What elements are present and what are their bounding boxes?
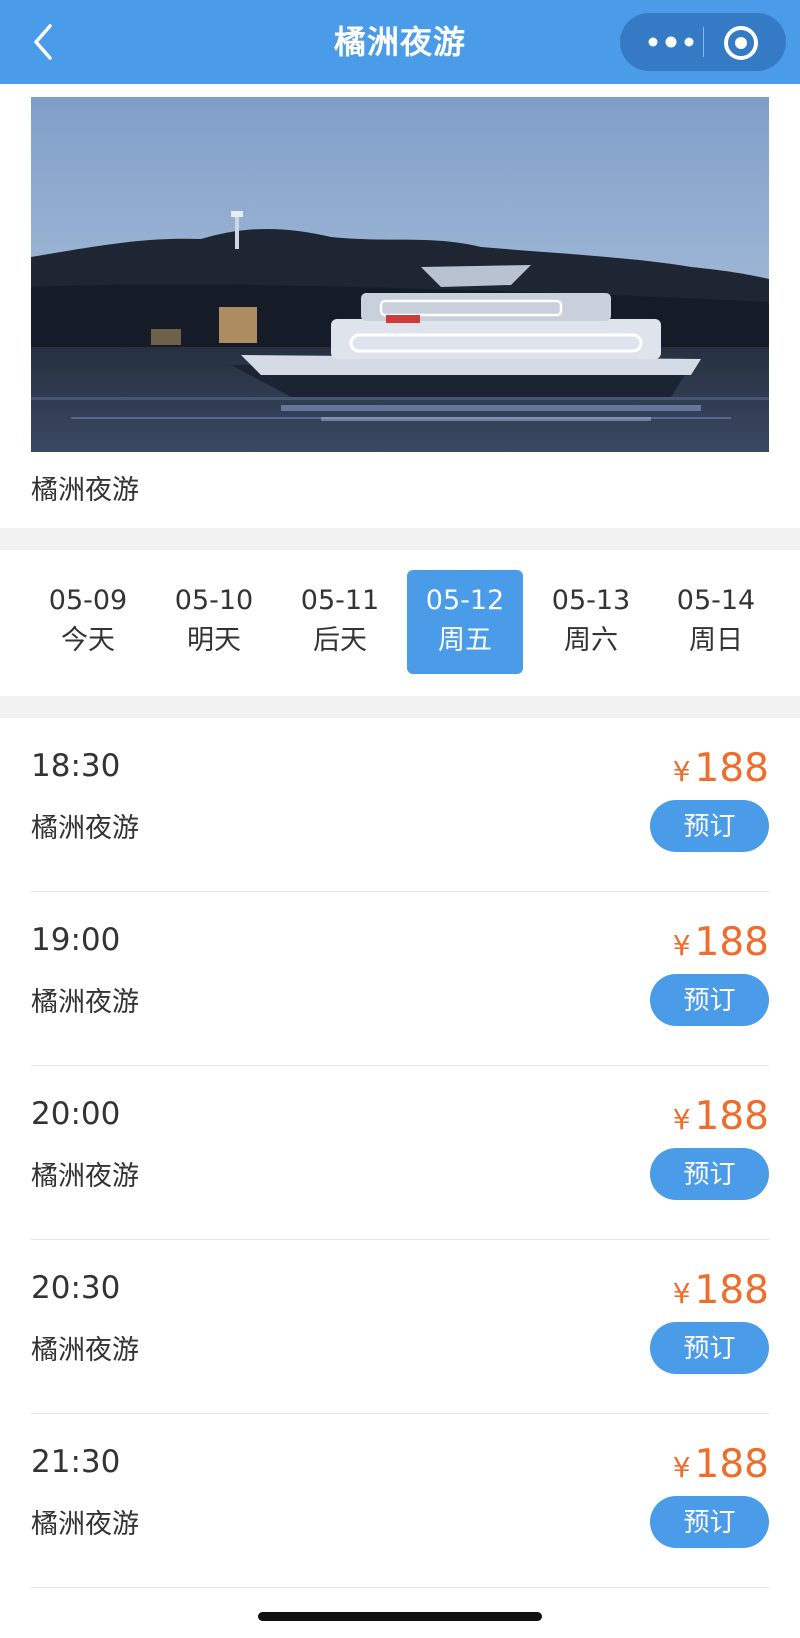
date-tab-label: 今天 xyxy=(61,625,115,656)
price-amount: 188 xyxy=(694,920,769,965)
price-amount: 188 xyxy=(694,746,769,791)
session-row: 20:00 橘洲夜游 ¥188 预订 xyxy=(31,1066,769,1240)
session-time: 19:00 xyxy=(31,922,121,958)
section-divider xyxy=(0,528,800,550)
session-time: 20:00 xyxy=(31,1096,121,1132)
session-price: ¥188 xyxy=(673,1268,769,1313)
session-price: ¥188 xyxy=(673,746,769,791)
date-tab-date: 05-11 xyxy=(300,585,380,616)
session-price: ¥188 xyxy=(673,1442,769,1487)
session-time: 20:30 xyxy=(31,1270,121,1306)
session-row: 18:30 橘洲夜游 ¥188 预订 xyxy=(31,718,769,892)
price-amount: 188 xyxy=(694,1268,769,1313)
date-tab-label: 周六 xyxy=(564,625,618,656)
price-amount: 188 xyxy=(694,1442,769,1487)
navigation-bar: 橘洲夜游 xyxy=(0,0,800,84)
session-time: 21:30 xyxy=(31,1444,121,1480)
session-row: 20:30 橘洲夜游 ¥188 预订 xyxy=(31,1240,769,1414)
date-tab-date: 05-13 xyxy=(551,585,631,616)
book-button[interactable]: 预订 xyxy=(650,1496,769,1548)
date-tab[interactable]: 05-14 周日 xyxy=(658,570,774,674)
session-name: 橘洲夜游 xyxy=(31,1509,139,1540)
date-tab-label: 后天 xyxy=(313,625,367,656)
session-name: 橘洲夜游 xyxy=(31,1335,139,1366)
date-tab[interactable]: 05-11 后天 xyxy=(282,570,398,674)
date-selector: 05-09 今天 05-10 明天 05-11 后天 05-12 周五 05-1… xyxy=(0,550,800,696)
currency-symbol: ¥ xyxy=(672,1451,691,1484)
session-name: 橘洲夜游 xyxy=(31,813,139,844)
target-circle-icon xyxy=(724,26,758,60)
night-cruise-photo xyxy=(31,97,769,452)
date-tab-label: 明天 xyxy=(187,625,241,656)
date-tab-label: 周五 xyxy=(438,625,492,656)
more-button[interactable] xyxy=(644,13,698,71)
close-program-button[interactable] xyxy=(720,22,762,64)
date-tab-selected[interactable]: 05-12 周五 xyxy=(407,570,523,674)
session-row: 19:00 橘洲夜游 ¥188 预订 xyxy=(31,892,769,1066)
home-indicator xyxy=(258,1612,542,1621)
banner-image xyxy=(31,97,769,452)
book-button[interactable]: 预订 xyxy=(650,974,769,1026)
capsule-divider xyxy=(703,27,704,57)
date-tab[interactable]: 05-13 周六 xyxy=(533,570,649,674)
session-time: 18:30 xyxy=(31,748,121,784)
row-divider xyxy=(31,1587,769,1588)
book-button[interactable]: 预订 xyxy=(650,1148,769,1200)
book-button[interactable]: 预订 xyxy=(650,800,769,852)
price-amount: 188 xyxy=(694,1094,769,1139)
section-divider xyxy=(0,696,800,718)
currency-symbol: ¥ xyxy=(672,929,691,962)
session-row: 21:30 橘洲夜游 ¥188 预订 xyxy=(31,1414,769,1588)
session-price: ¥188 xyxy=(673,920,769,965)
currency-symbol: ¥ xyxy=(672,755,691,788)
session-price: ¥188 xyxy=(673,1094,769,1139)
book-button[interactable]: 预订 xyxy=(650,1322,769,1374)
date-tab-date: 05-14 xyxy=(676,585,756,616)
banner-caption: 橘洲夜游 xyxy=(31,475,139,506)
mini-program-capsule xyxy=(620,13,786,71)
session-name: 橘洲夜游 xyxy=(31,1161,139,1192)
date-tab[interactable]: 05-10 明天 xyxy=(156,570,272,674)
date-tab-date: 05-12 xyxy=(425,585,505,616)
more-dots-icon xyxy=(648,36,694,48)
currency-symbol: ¥ xyxy=(672,1103,691,1136)
date-tab-date: 05-09 xyxy=(48,585,128,616)
date-tab-label: 周日 xyxy=(689,625,743,656)
date-tab-date: 05-10 xyxy=(174,585,254,616)
session-name: 橘洲夜游 xyxy=(31,987,139,1018)
currency-symbol: ¥ xyxy=(672,1277,691,1310)
date-tab[interactable]: 05-09 今天 xyxy=(30,570,146,674)
